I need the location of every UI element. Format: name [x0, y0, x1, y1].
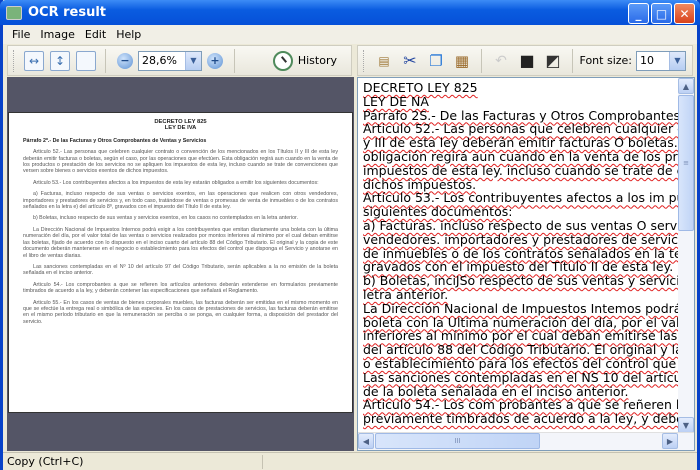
cut-icon[interactable]: ✂ — [400, 51, 420, 71]
ocr-text-line: del artículo 88 del Código Tributario. E… — [363, 342, 680, 358]
ocr-text-line: Las sanciones contempladas en el NS 10 d… — [363, 369, 680, 385]
fit-height-icon[interactable]: ↕ — [50, 50, 70, 71]
ocr-text-line: a) Facturas. incluso respecto de sus ven… — [363, 217, 680, 233]
menu-help[interactable]: Help — [111, 28, 146, 41]
fit-width-icon[interactable]: ↔ — [24, 50, 44, 71]
image-toolbar: ↔ ↕ − 28,6% ▼ + History — [7, 45, 352, 76]
toolbar-separator — [105, 48, 106, 73]
ocr-text-line: Artículo 53.- Los contribuyentes afectos… — [363, 190, 680, 206]
doc-paragraph: Articulo 55.- En los casos de ventas de … — [23, 299, 338, 325]
minimize-button[interactable]: _ — [628, 3, 649, 24]
clock-icon — [272, 50, 293, 71]
ocr-text-line: o establecimiento para los efectos del c… — [363, 355, 680, 371]
status-message: Copy (Ctrl+C) — [3, 454, 263, 469]
ocr-text-panel: DECRETO LEY 825 LEY DE NA Párrafo 2S.- De … — [357, 77, 695, 451]
undo-icon: ↶ — [495, 52, 507, 69]
save-as-icon[interactable]: ◩ — [543, 51, 563, 71]
scroll-up-button[interactable]: ▲ — [678, 78, 694, 94]
scroll-left-button[interactable]: ◀ — [358, 433, 374, 449]
ocr-text-line: Articulo 54.- Los com probantes a que se… — [363, 397, 680, 413]
ocr-text-line: de la boleta señalada en el inciso anter… — [363, 383, 629, 399]
app-icon — [6, 5, 22, 20]
vertical-scroll-thumb[interactable]: ≡ — [678, 95, 694, 231]
toolbar-separator — [234, 48, 235, 73]
paste-icon[interactable]: ▦ — [452, 51, 472, 71]
ocr-text-line: dichos impuestos. — [363, 176, 477, 192]
ocr-text-line: vendedores. importadores y prestadores d… — [363, 231, 680, 247]
chevron-down-icon[interactable]: ▼ — [669, 51, 685, 70]
doc-paragraph: a) Facturas, incluso respecto de sus ven… — [23, 191, 338, 211]
ocr-text-line: siguientes documentos: — [363, 204, 513, 220]
ocr-text-line: gravados con el impuesto del Título II d… — [363, 259, 674, 275]
ocr-text-line: de inmuebles o de los contratos señalado… — [363, 245, 680, 261]
toolbar-separator — [481, 48, 482, 73]
menu-image[interactable]: Image — [35, 28, 79, 41]
toolbar-grip[interactable] — [363, 49, 366, 72]
select-all-icon[interactable]: ▤ — [374, 51, 394, 71]
zoom-out-button[interactable]: − — [117, 52, 133, 69]
doc-heading: Párrafo 2º.- De las Facturas y Otros Com… — [23, 137, 207, 144]
font-size-select[interactable]: 10 ▼ — [636, 50, 686, 71]
scroll-right-button[interactable]: ▶ — [662, 433, 678, 449]
ocr-text-line: La Dirección Nacional de Impuestos Intem… — [363, 300, 680, 316]
scroll-down-button[interactable]: ▼ — [678, 417, 694, 433]
window-title: OCR result — [28, 5, 107, 20]
zoom-select[interactable]: 28,6% ▼ — [138, 50, 202, 71]
doc-paragraph: Articulo 52.- Las personas que celebren … — [23, 149, 338, 175]
menu-edit[interactable]: Edit — [80, 28, 111, 41]
ocr-text-line: LEY DE NA — [363, 93, 429, 109]
menu-bar: File Image Edit Help — [3, 25, 697, 44]
ocr-text-line: previamente timbrados de acuerdo a la le… — [363, 411, 680, 427]
text-toolbar: ▤ ✂ ❐ ▦ ↶ ■ ◩ Font size: 10 ▼ — [357, 45, 693, 76]
horizontal-scroll-thumb[interactable]: III — [375, 433, 540, 449]
app-window: OCR result _ □ ✕ File Image Edit Help ↔ … — [0, 0, 700, 470]
toolbar-separator — [572, 48, 573, 73]
doc-paragraph: b) Boletas, incluso respecto de sus vent… — [33, 215, 298, 222]
status-bar: Copy (Ctrl+C) — [3, 452, 697, 470]
toolbar-grip[interactable] — [13, 49, 16, 72]
zoom-value[interactable]: 28,6% — [139, 54, 185, 67]
chevron-down-icon[interactable]: ▼ — [185, 51, 201, 70]
copy-icon[interactable]: ❐ — [426, 51, 446, 71]
save-icon[interactable]: ■ — [517, 51, 537, 71]
doc-subtitle: LEY DE IVA — [164, 125, 197, 132]
doc-paragraph: Articulo 54.- Los comprobantes a que se … — [23, 281, 338, 295]
font-size-label: Font size: — [579, 54, 632, 67]
zoom-in-button[interactable]: + — [207, 52, 223, 69]
fit-page-icon[interactable] — [76, 50, 96, 71]
ocr-text-line: inferiores al mínimo por el cual deban e… — [363, 328, 680, 344]
ocr-text-line: y III de esta ley deberán emitir factura… — [363, 135, 680, 151]
menu-file[interactable]: File — [7, 28, 35, 41]
vertical-scrollbar[interactable]: ▲ ≡ ▼ — [678, 78, 694, 433]
ocr-text-line: obligación regirá aun cuando en la venta… — [363, 148, 680, 164]
ocr-text-line: Articulo 52.- Las personas que celebren … — [363, 121, 680, 137]
ocr-text-area[interactable]: DECRETO LEY 825 LEY DE NA Párrafo 2S.- De … — [358, 78, 680, 433]
document-image: DECRETO LEY 825 LEY DE IVA Párrafo 2º.- … — [8, 112, 353, 413]
ocr-text-line: b) Boletas, inciJSo respecto de sus vent… — [363, 273, 680, 289]
doc-paragraph: Las sanciones contempladas en el Nº 10 d… — [23, 263, 338, 277]
title-bar[interactable]: OCR result _ □ ✕ — [0, 0, 700, 25]
history-button[interactable]: History — [272, 50, 337, 71]
ocr-text-line: impuestos de esta ley. incluso cuando se… — [363, 162, 680, 178]
history-label: History — [297, 54, 337, 67]
ocr-text-line: Párrafo 2S.- De las Facturas y Otros Com… — [363, 107, 680, 123]
maximize-button[interactable]: □ — [651, 3, 672, 24]
image-viewer[interactable]: DECRETO LEY 825 LEY DE IVA Párrafo 2º.- … — [7, 77, 354, 451]
ocr-text-line: letra anterior. — [363, 286, 449, 302]
ocr-text-line: boleta con la Ultima numeración del día,… — [363, 314, 680, 330]
doc-paragraph: La Dirección Nacional de Impuestos Inter… — [23, 226, 338, 259]
ocr-text-line: DECRETO LEY 825 — [363, 80, 478, 95]
close-button[interactable]: ✕ — [674, 3, 695, 24]
font-size-value[interactable]: 10 — [637, 54, 669, 67]
doc-paragraph: Articulo 53.- Los contribuyentes afectos… — [33, 179, 319, 186]
horizontal-scrollbar[interactable]: ◀ III ▶ — [358, 432, 694, 450]
